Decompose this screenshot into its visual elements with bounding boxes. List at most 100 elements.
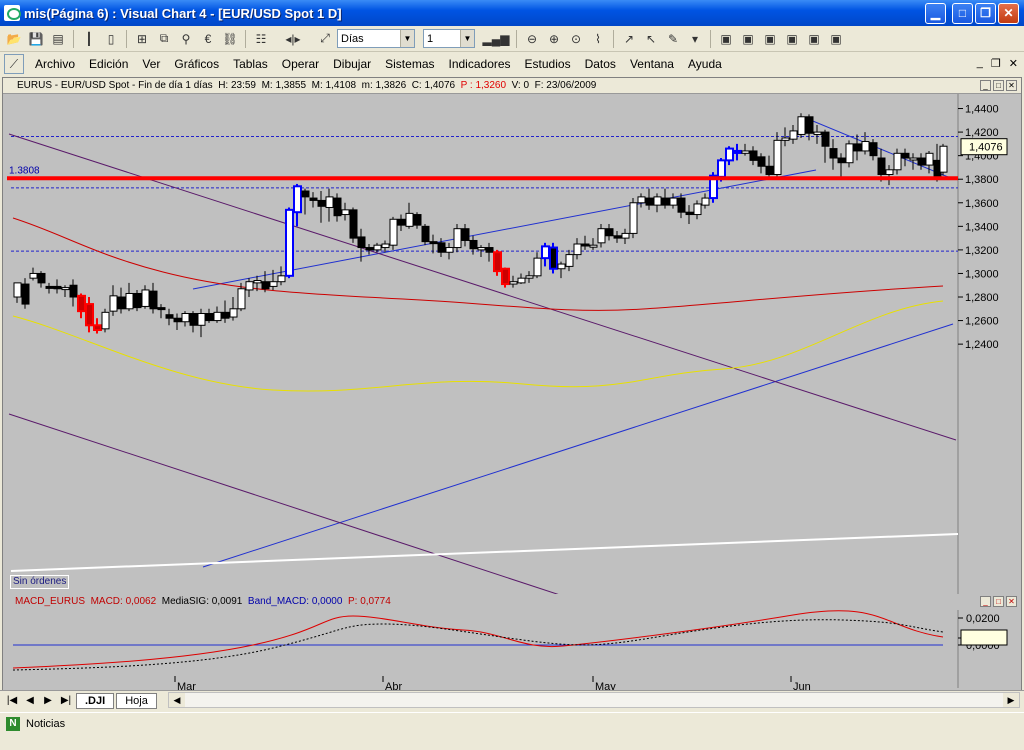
bar-chart-icon[interactable]: ┃ [79,29,99,49]
last-sheet-icon[interactable]: ▶| [58,693,74,709]
candle-body [357,236,366,249]
menu-operar[interactable]: Operar [275,57,326,71]
menu-sistemas[interactable]: Sistemas [378,57,441,71]
candle-body [669,197,678,206]
next-sheet-icon[interactable]: ▶ [40,693,56,709]
candle-body [189,313,198,326]
horizontal-scrollbar[interactable]: ◀ ▶ [168,692,1020,708]
menu-datos[interactable]: Datos [578,57,623,71]
open-folder-icon[interactable]: 📂 [4,29,24,49]
candle-body [93,324,102,331]
dropdown-icon[interactable]: ▾ [685,29,705,49]
window-layout-2-icon[interactable]: ▣ [738,29,758,49]
save-all-icon[interactable]: ▤ [48,29,68,49]
properties-icon[interactable]: ☷ [251,29,271,49]
zoom-reset-icon[interactable]: ⊙ [566,29,586,49]
euro-icon[interactable]: € [198,29,218,49]
toolbar-separator [710,29,711,48]
candle-body [717,159,726,178]
new-window-icon[interactable]: ⊞ [132,29,152,49]
candle-body [133,292,142,309]
close-button[interactable]: ✕ [998,3,1019,24]
link-icon[interactable]: ⛓ [220,29,240,49]
first-sheet-icon[interactable]: |◀ [4,693,20,709]
mdi-minimize-icon[interactable]: _ [977,57,983,70]
zoom-icon[interactable]: ⚲ [176,29,196,49]
window-layout-1-icon[interactable]: ▣ [716,29,736,49]
brush-icon[interactable]: ✎ [663,29,683,49]
pointer-icon[interactable]: ↖ [641,29,661,49]
tab-dji[interactable]: .DJI [76,692,115,709]
window-layout-6-icon[interactable]: ▣ [826,29,846,49]
candle-body [733,149,742,154]
cursor-icon[interactable]: ⤢ [315,29,335,49]
header-high: M: 1,4108 [311,80,357,91]
menu-graficos[interactable]: Gráficos [167,57,226,71]
macd-pane-minimize-icon[interactable]: _ [980,596,991,607]
candle-body [741,150,750,154]
minimize-button[interactable]: ▁ [925,3,946,24]
menu-dibujar[interactable]: Dibujar [326,57,378,71]
price-tick-label: 1,3600 [965,198,999,210]
mdi-close-icon[interactable]: ✕ [1009,57,1018,70]
scroll-left-icon[interactable]: ◂|▸ [273,29,313,49]
menu-edicion[interactable]: Edición [82,57,135,71]
window-layout-3-icon[interactable]: ▣ [760,29,780,49]
menu-tablas[interactable]: Tablas [226,57,275,71]
mdi-restore-icon[interactable]: ❐ [991,57,1001,70]
scroll-right-arrow-icon[interactable]: ▶ [1003,693,1019,707]
scroll-left-arrow-icon[interactable]: ◀ [169,693,185,707]
menu-indicadores[interactable]: Indicadores [442,57,518,71]
menu-estudios[interactable]: Estudios [518,57,578,71]
indicator-icon[interactable]: ⌇ [588,29,608,49]
candle-body [509,281,518,285]
chart-doc-icon[interactable]: ⟋ [4,54,24,74]
candle-body [613,235,622,239]
candle-chart-icon[interactable]: ▯ [101,29,121,49]
line-tool-icon[interactable]: ↗ [619,29,639,49]
period-select[interactable]: Días ▼ [337,29,415,48]
price-chart[interactable]: 1,44001,42001,40001,38001,36001,34001,32… [3,94,1021,594]
candle-body [277,275,286,283]
prev-sheet-icon[interactable]: ◀ [22,693,38,709]
macd-tick-label: 0,0200 [966,613,1000,625]
tab-hoja[interactable]: Hoja [116,692,157,709]
candle-body [221,311,230,319]
zoom-out-icon[interactable]: ⊖ [522,29,542,49]
macd-pane-maximize-icon[interactable]: □ [993,596,1004,607]
candle-body [877,157,886,176]
menu-ver[interactable]: Ver [135,57,167,71]
menu-ayuda[interactable]: Ayuda [681,57,729,71]
maximize-button[interactable]: □ [952,3,973,24]
candle-body [349,209,358,239]
header-volume: V: 0 [511,80,530,91]
candle-body [901,152,910,159]
period-count-select[interactable]: 1 ▼ [423,29,475,48]
save-icon[interactable]: 💾 [26,29,46,49]
candle-body [429,241,438,245]
candle-body [557,263,566,270]
window-layout-5-icon[interactable]: ▣ [804,29,824,49]
candle-body [405,212,414,227]
pane-close-icon[interactable]: ✕ [1006,80,1017,91]
candle-body [789,130,798,140]
candle-body [589,244,598,248]
candle-body [437,242,446,253]
price-tick-label: 1,3400 [965,221,999,233]
menu-archivo[interactable]: Archivo [28,57,82,71]
candle-body [749,150,758,161]
candle-body [413,214,422,226]
zoom-in-icon[interactable]: ⊕ [544,29,564,49]
pane-maximize-icon[interactable]: □ [993,80,1004,91]
copy-icon[interactable]: ⧉ [154,29,174,49]
pane-minimize-icon[interactable]: _ [980,80,991,91]
restore-button[interactable]: ❐ [975,3,996,24]
menu-ventana[interactable]: Ventana [623,57,681,71]
macd-pane-close-icon[interactable]: ✕ [1006,596,1017,607]
window-layout-4-icon[interactable]: ▣ [782,29,802,49]
chart-type-icon[interactable]: ▂▄▆ [481,29,511,49]
candle-body [845,143,854,164]
candle-body [157,307,166,311]
candle-body [869,142,878,157]
news-panel[interactable]: N Noticias [6,717,65,731]
